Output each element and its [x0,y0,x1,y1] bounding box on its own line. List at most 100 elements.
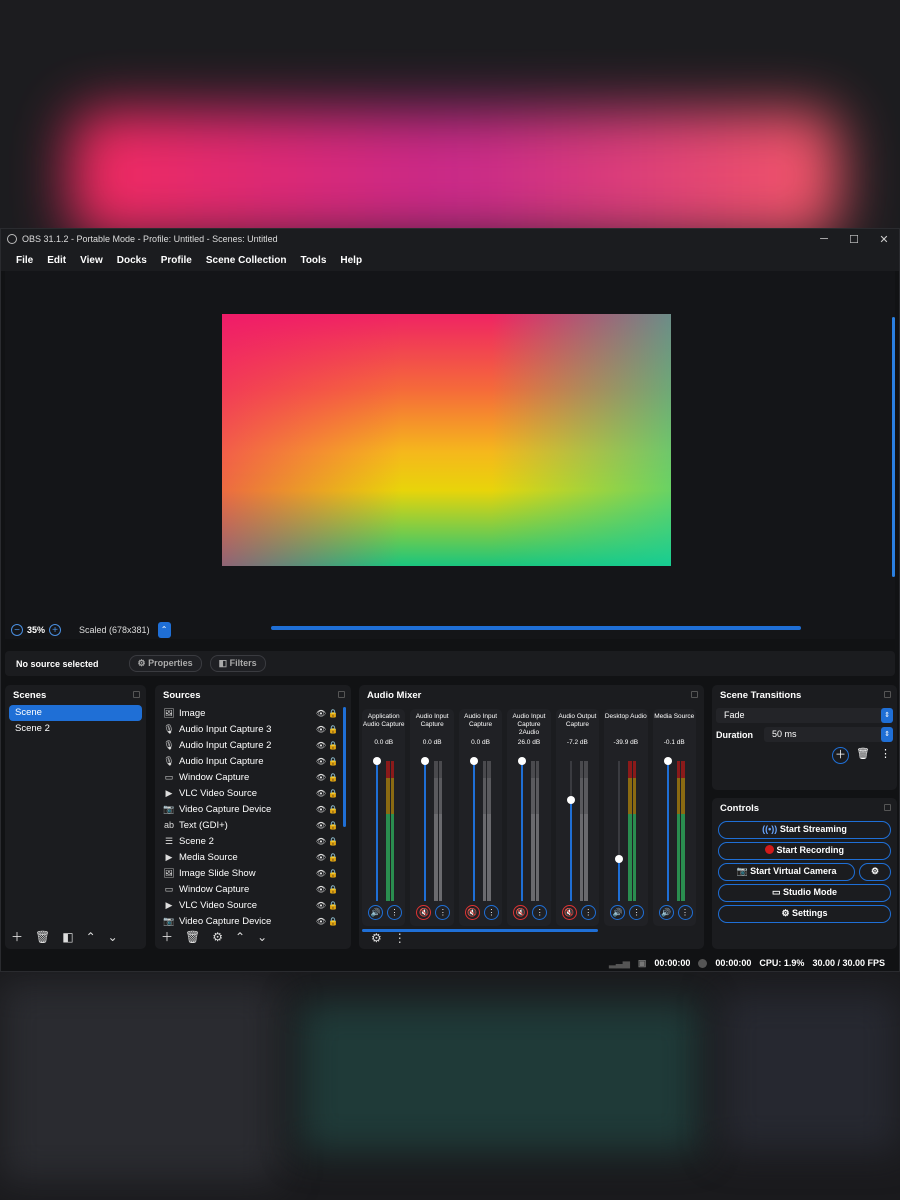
source-item[interactable]: ☰ Scene 2 👁 🔒 [155,833,351,849]
scale-select[interactable]: Scaled (678x381) [79,625,150,635]
volume-slider-handle[interactable] [421,757,430,765]
visibility-eye-icon[interactable]: 👁 [315,757,327,766]
visibility-eye-icon[interactable]: 👁 [315,709,327,718]
spin-arrow-icon[interactable]: ⇕ [881,727,893,742]
channel-menu-button[interactable]: ⋮ [532,905,548,920]
transition-menu-button[interactable]: ⋮ [880,747,891,764]
properties-button[interactable]: ⚙ Properties [128,655,202,672]
mixer-menu-button[interactable]: ⋮ [394,931,406,945]
source-item[interactable]: 🎙 Audio Input Capture 3 👁 🔒 [155,721,351,737]
move-scene-up-button[interactable]: ⌃ [86,930,96,944]
virtual-camera-settings-button[interactable]: ⚙ [859,863,891,881]
menu-docks[interactable]: Docks [117,255,147,266]
muted-speaker-icon[interactable]: 🔇 [513,905,529,920]
start-virtual-camera-button[interactable]: 📷 Start Virtual Camera [718,863,855,881]
lock-icon[interactable]: 🔒 [327,853,339,862]
visibility-eye-icon[interactable]: 👁 [315,901,327,910]
remove-scene-button[interactable]: 🗑 [35,930,50,944]
source-item[interactable]: 🎙 Audio Input Capture 👁 🔒 [155,753,351,769]
minimize-button[interactable]: ─ [809,233,839,246]
volume-slider-handle[interactable] [373,757,381,765]
studio-mode-button[interactable]: ▭ Studio Mode [718,884,891,902]
visibility-eye-icon[interactable]: 👁 [315,885,327,894]
remove-source-button[interactable]: 🗑 [185,930,200,944]
lock-icon[interactable]: 🔒 [327,901,339,910]
speaker-icon[interactable]: 🔊 [658,905,674,920]
dock-pin-icon[interactable] [884,804,891,811]
visibility-eye-icon[interactable]: 👁 [315,805,327,814]
muted-speaker-icon[interactable]: 🔇 [416,905,432,920]
menu-profile[interactable]: Profile [161,255,192,266]
lock-icon[interactable]: 🔒 [327,789,339,798]
speaker-icon[interactable]: 🔊 [610,905,626,920]
menu-view[interactable]: View [80,255,103,266]
source-item[interactable]: ▶ VLC Video Source 👁 🔒 [155,897,351,913]
lock-icon[interactable]: 🔒 [327,773,339,782]
menu-file[interactable]: File [16,255,33,266]
preview-vertical-scrollbar[interactable] [892,317,895,577]
filters-button[interactable]: ◧ Filters [209,655,266,672]
preview-image[interactable] [222,314,671,566]
lock-icon[interactable]: 🔒 [327,837,339,846]
source-item[interactable]: 📷 Video Capture Device 👁 🔒 [155,913,351,929]
scene-filters-button[interactable]: ◧ [62,930,73,944]
source-item[interactable]: ab Text (GDI+) 👁 🔒 [155,817,351,833]
lock-icon[interactable]: 🔒 [327,725,339,734]
menu-tools[interactable]: Tools [300,255,326,266]
start-streaming-button[interactable]: ((•)) Start Streaming [718,821,891,839]
visibility-eye-icon[interactable]: 👁 [315,821,327,830]
transition-select[interactable]: Fade ⇕ [716,708,893,723]
muted-speaker-icon[interactable]: 🔇 [464,905,480,920]
visibility-eye-icon[interactable]: 👁 [315,725,327,734]
start-recording-button[interactable]: Start Recording [718,842,891,860]
channel-menu-button[interactable]: ⋮ [483,905,499,920]
move-source-up-button[interactable]: ⌃ [235,930,245,944]
lock-icon[interactable]: 🔒 [327,869,339,878]
volume-slider-handle[interactable] [615,855,624,863]
dock-pin-icon[interactable] [691,691,698,698]
visibility-eye-icon[interactable]: 👁 [315,869,327,878]
lock-icon[interactable]: 🔒 [327,741,339,750]
dock-pin-icon[interactable] [338,691,345,698]
preview-canvas[interactable] [5,271,895,639]
volume-slider-handle[interactable] [518,757,527,765]
channel-menu-button[interactable]: ⋮ [580,905,596,920]
dock-pin-icon[interactable] [133,691,140,698]
volume-slider-handle[interactable] [566,796,575,805]
channel-menu-button[interactable]: ⋮ [435,905,451,920]
menu-edit[interactable]: Edit [47,255,66,266]
lock-icon[interactable]: 🔒 [327,709,339,718]
channel-menu-button[interactable]: ⋮ [629,905,645,920]
visibility-eye-icon[interactable]: 👁 [315,773,327,782]
lock-icon[interactable]: 🔒 [327,805,339,814]
menu-scene-collection[interactable]: Scene Collection [206,255,287,266]
maximize-button[interactable]: ☐ [839,233,869,246]
sources-scrollbar[interactable] [343,707,346,827]
source-item[interactable]: ▭ Window Capture 👁 🔒 [155,769,351,785]
channel-menu-button[interactable]: ⋮ [677,905,693,920]
zoom-out-button[interactable]: − [11,624,23,636]
source-properties-button[interactable]: ⚙ [212,930,223,944]
lock-icon[interactable]: 🔒 [327,885,339,894]
preview-horizontal-scrollbar[interactable] [271,626,801,630]
add-source-button[interactable]: ＋ [161,928,173,945]
lock-icon[interactable]: 🔒 [327,917,339,926]
duration-spinbox[interactable]: 50 ms ⇕ [764,727,893,742]
volume-slider-handle[interactable] [469,757,478,765]
menu-help[interactable]: Help [340,255,362,266]
speaker-icon[interactable]: 🔊 [368,905,383,920]
source-item[interactable]: 🖼 Image Slide Show 👁 🔒 [155,865,351,881]
dock-pin-icon[interactable] [884,691,891,698]
zoom-in-button[interactable]: + [49,624,62,636]
close-button[interactable]: ✕ [869,233,899,246]
scene-item[interactable]: Scene [9,705,142,721]
source-item[interactable]: 🎙 Audio Input Capture 2 👁 🔒 [155,737,351,753]
source-item[interactable]: ▶ Media Source 👁 🔒 [155,849,351,865]
scene-item[interactable]: Scene 2 [9,721,142,737]
move-source-down-button[interactable]: ⌄ [257,930,267,944]
lock-icon[interactable]: 🔒 [327,821,339,830]
move-scene-down-button[interactable]: ⌄ [108,930,118,944]
channel-menu-button[interactable]: ⋮ [387,905,402,920]
source-item[interactable]: 🖼 Image 👁 🔒 [155,705,351,721]
muted-speaker-icon[interactable]: 🔇 [561,905,577,920]
